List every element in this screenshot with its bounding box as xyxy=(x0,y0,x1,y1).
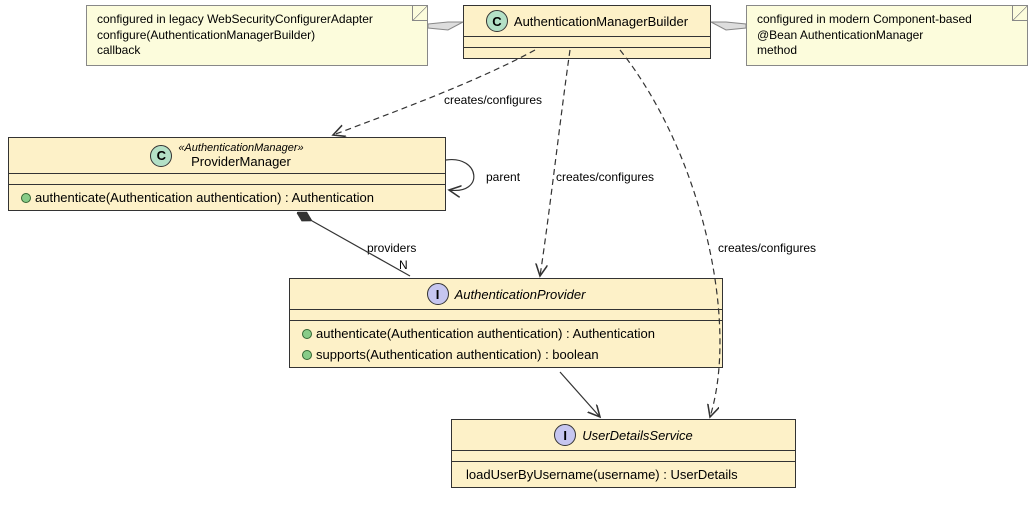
class-icon: C xyxy=(150,145,172,167)
empty-compartment xyxy=(464,37,710,48)
methods-compartment: authenticate(Authentication authenticati… xyxy=(9,185,445,210)
class-name: ProviderManager xyxy=(191,154,291,169)
edge-label-creates-configures: creates/configures xyxy=(444,93,542,107)
methods-compartment: loadUserByUsername(username) : UserDetai… xyxy=(452,462,795,487)
empty-compartment xyxy=(9,174,445,185)
edge-label-creates-configures: creates/configures xyxy=(556,170,654,184)
class-provider-manager: C «AuthenticationManager» ProviderManage… xyxy=(8,137,446,211)
class-name: AuthenticationManagerBuilder xyxy=(514,14,688,29)
edge-label-n: N xyxy=(399,258,408,272)
class-header: C AuthenticationManagerBuilder xyxy=(464,6,710,37)
class-header: I AuthenticationProvider xyxy=(290,279,722,310)
method: authenticate(Authentication authenticati… xyxy=(296,323,716,344)
class-stereotype: «AuthenticationManager» xyxy=(178,142,303,154)
edge-label-parent: parent xyxy=(486,170,520,184)
class-header: C «AuthenticationManager» ProviderManage… xyxy=(9,138,445,174)
methods-compartment: authenticate(Authentication authenticati… xyxy=(290,321,722,367)
note-modern-config: configured in modern Component-based @Be… xyxy=(746,5,1028,66)
note-line: callback xyxy=(97,43,140,57)
note-line: configure(AuthenticationManagerBuilder) xyxy=(97,28,315,42)
empty-compartment xyxy=(464,48,710,58)
class-icon: C xyxy=(486,10,508,32)
note-line: @Bean AuthenticationManager xyxy=(757,28,923,42)
edge-label-providers: providers xyxy=(367,241,416,255)
note-fold-icon xyxy=(1012,6,1027,21)
interface-user-details-service: I UserDetailsService loadUserByUsername(… xyxy=(451,419,796,488)
note-line: configured in modern Component-based xyxy=(757,12,972,26)
method: authenticate(Authentication authenticati… xyxy=(15,187,439,208)
method: supports(Authentication authentication) … xyxy=(296,344,716,365)
class-header: I UserDetailsService xyxy=(452,420,795,451)
method: loadUserByUsername(username) : UserDetai… xyxy=(458,464,789,485)
empty-compartment xyxy=(290,310,722,321)
note-legacy-config: configured in legacy WebSecurityConfigur… xyxy=(86,5,428,66)
class-authentication-manager-builder: C AuthenticationManagerBuilder xyxy=(463,5,711,59)
interface-authentication-provider: I AuthenticationProvider authenticate(Au… xyxy=(289,278,723,368)
interface-icon: I xyxy=(554,424,576,446)
note-line: method xyxy=(757,43,797,57)
edge-label-creates-configures: creates/configures xyxy=(718,241,816,255)
note-fold-icon xyxy=(412,6,427,21)
note-line: configured in legacy WebSecurityConfigur… xyxy=(97,12,373,26)
empty-compartment xyxy=(452,451,795,462)
interface-icon: I xyxy=(427,283,449,305)
class-name: AuthenticationProvider xyxy=(455,287,586,302)
class-name: UserDetailsService xyxy=(582,428,693,443)
